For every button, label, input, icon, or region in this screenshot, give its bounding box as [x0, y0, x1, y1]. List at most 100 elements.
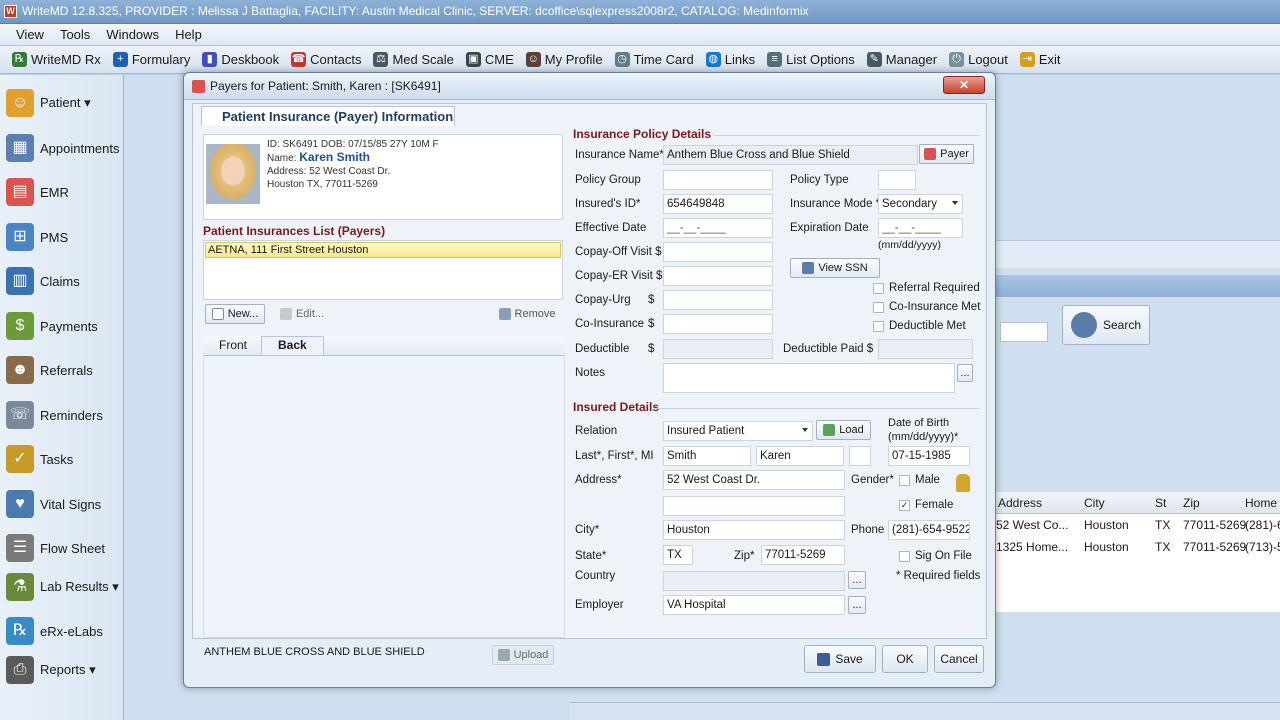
column-header[interactable]: Address	[998, 496, 1042, 510]
toolbar-cme-button[interactable]: ▣ CME	[460, 48, 520, 72]
dob-field[interactable]: 07-15-1985	[888, 446, 970, 466]
table-cell[interactable]: TX	[1155, 518, 1170, 532]
sidebar-item-erx-elabs[interactable]: ℞ eRx-eLabs	[0, 611, 124, 651]
payers-list[interactable]: AETNA, 111 First Street Houston	[203, 240, 563, 300]
edit-payer-button[interactable]: Edit...	[273, 304, 331, 324]
toolbar-contacts-button[interactable]: ☎ Contacts	[285, 48, 367, 72]
sig-on-file-checkbox[interactable]: Sig On File	[899, 550, 972, 562]
address-line2-field[interactable]	[663, 496, 845, 516]
middle-initial-field[interactable]	[849, 446, 871, 466]
deductible-field[interactable]	[663, 339, 773, 359]
expiration-date-field[interactable]: __-__-____	[878, 218, 963, 238]
column-header[interactable]: Zip	[1183, 496, 1200, 510]
toolbar-time-card-button[interactable]: ◷ Time Card	[609, 48, 700, 72]
insurance-mode-select[interactable]: Secondary	[878, 194, 963, 214]
zip-field[interactable]: 77011-5269	[761, 545, 845, 565]
tab-back[interactable]: Back	[261, 336, 324, 355]
column-header[interactable]: St	[1155, 496, 1166, 510]
table-cell[interactable]: 77011-5269	[1183, 540, 1246, 554]
sidebar-item-tasks[interactable]: ✓ Tasks	[0, 439, 124, 479]
remove-payer-button[interactable]: Remove	[493, 304, 561, 324]
dialog-title-bar[interactable]: Payers for Patient: Smith, Karen : [SK64…	[184, 73, 995, 100]
table-cell[interactable]: (713)-5	[1245, 540, 1280, 554]
policy-type-field[interactable]	[878, 170, 916, 190]
load-button[interactable]: Load	[816, 420, 871, 440]
background-search-button[interactable]: Search	[1062, 305, 1150, 345]
tab-front[interactable]: Front	[219, 338, 247, 352]
sidebar-item-reports[interactable]: ⎙ Reports ▾	[0, 650, 124, 690]
address-line1-field[interactable]: 52 West Coast Dr.	[663, 470, 845, 490]
menu-windows[interactable]: Windows	[98, 24, 167, 46]
new-payer-button[interactable]: New...	[205, 304, 265, 324]
insurance-name-field[interactable]: Anthem Blue Cross and Blue Shield	[663, 145, 918, 165]
view-ssn-button[interactable]: View SSN	[790, 258, 880, 278]
save-button[interactable]: Save	[804, 645, 876, 673]
cancel-button[interactable]: Cancel	[934, 645, 984, 673]
first-name-field[interactable]: Karen	[756, 446, 844, 466]
sidebar-item-referrals[interactable]: ☻ Referrals	[0, 350, 124, 390]
employer-field[interactable]: VA Hospital	[663, 595, 845, 615]
insured-id-field[interactable]: 654649848	[663, 194, 773, 214]
menu-tools[interactable]: Tools	[52, 24, 98, 46]
payer-button[interactable]: Payer	[919, 144, 974, 164]
toolbar-my-profile-button[interactable]: ☺ My Profile	[520, 48, 609, 72]
copay-urg-field[interactable]	[663, 290, 773, 310]
column-header[interactable]: Home	[1245, 496, 1277, 510]
male-checkbox[interactable]: Male	[899, 474, 940, 486]
last-name-field[interactable]: Smith	[663, 446, 751, 466]
sidebar-item-reminders[interactable]: ☏ Reminders	[0, 395, 124, 435]
sidebar-item-emr[interactable]: ▤ EMR	[0, 172, 124, 212]
menu-help[interactable]: Help	[167, 24, 210, 46]
sidebar-item-lab-results[interactable]: ⚗ Lab Results ▾	[0, 567, 124, 607]
toolbar-med-scale-button[interactable]: ⚖ Med Scale	[367, 48, 459, 72]
toolbar-logout-button[interactable]: ⏻ Logout	[943, 48, 1014, 72]
sidebar-item-pms[interactable]: ⊞ PMS	[0, 217, 124, 257]
tab-patient-insurance[interactable]: Patient Insurance (Payer) Information	[201, 106, 455, 126]
country-field[interactable]	[663, 571, 845, 591]
city-field[interactable]: Houston	[663, 520, 845, 540]
toolbar-writemd-rx-button[interactable]: ℞ WriteMD Rx	[6, 48, 107, 72]
table-cell[interactable]: Houston	[1084, 540, 1129, 554]
table-cell[interactable]: TX	[1155, 540, 1170, 554]
table-cell[interactable]: (281)-6	[1245, 518, 1280, 532]
background-search-input[interactable]	[1000, 322, 1048, 342]
table-cell[interactable]: 77011-5269	[1183, 518, 1246, 532]
state-field[interactable]: TX	[663, 545, 693, 565]
close-button[interactable]: ✕	[943, 76, 985, 94]
toolbar-list-options-button[interactable]: ≡ List Options	[761, 48, 861, 72]
sidebar-item-vital-signs[interactable]: ♥ Vital Signs	[0, 484, 124, 524]
table-cell[interactable]: 1325 Home...	[996, 540, 1068, 554]
sidebar-item-claims[interactable]: ▥ Claims	[0, 261, 124, 301]
toolbar-manager-button[interactable]: ✎ Manager	[861, 48, 943, 72]
column-header[interactable]: City	[1084, 496, 1105, 510]
notes-field[interactable]	[663, 363, 955, 393]
copay-office-field[interactable]	[663, 242, 773, 262]
table-cell[interactable]: Houston	[1084, 518, 1129, 532]
coinsurance-field[interactable]	[663, 314, 773, 334]
female-checkbox[interactable]: ✓ Female	[899, 499, 953, 511]
deductible-met-checkbox[interactable]: Deductible Met	[873, 320, 966, 332]
sidebar-item-patient[interactable]: ☺ Patient ▾	[0, 83, 124, 123]
table-cell[interactable]: 52 West Co...	[996, 518, 1068, 532]
country-lookup-button[interactable]: ...	[848, 571, 866, 589]
relation-select[interactable]: Insured Patient	[663, 421, 813, 441]
notes-more-button[interactable]: ...	[957, 364, 973, 382]
toolbar-exit-button[interactable]: ⇥ Exit	[1014, 48, 1067, 72]
sidebar-item-appointments[interactable]: ▦ Appointments	[0, 128, 124, 168]
coinsurance-met-checkbox[interactable]: Co-Insurance Met	[873, 301, 980, 313]
deductible-paid-field[interactable]	[878, 339, 973, 359]
menu-view[interactable]: View	[8, 24, 52, 46]
toolbar-deskbook-button[interactable]: ▮ Deskbook	[196, 48, 285, 72]
toolbar-links-button[interactable]: ◍ Links	[700, 48, 761, 72]
toolbar-formulary-button[interactable]: + Formulary	[107, 48, 197, 72]
list-item[interactable]: AETNA, 111 First Street Houston	[205, 242, 561, 258]
sidebar-item-flow-sheet[interactable]: ☰ Flow Sheet	[0, 528, 124, 568]
phone-field[interactable]: (281)-654-9522	[888, 520, 970, 540]
employer-lookup-button[interactable]: ...	[848, 596, 866, 614]
copay-er-field[interactable]	[663, 266, 773, 286]
policy-group-field[interactable]	[663, 170, 773, 190]
referral-required-checkbox[interactable]: Referral Required	[873, 282, 980, 294]
effective-date-field[interactable]: __-__-____	[663, 218, 773, 238]
ok-button[interactable]: OK	[882, 645, 928, 673]
sidebar-item-payments[interactable]: $ Payments	[0, 306, 124, 346]
